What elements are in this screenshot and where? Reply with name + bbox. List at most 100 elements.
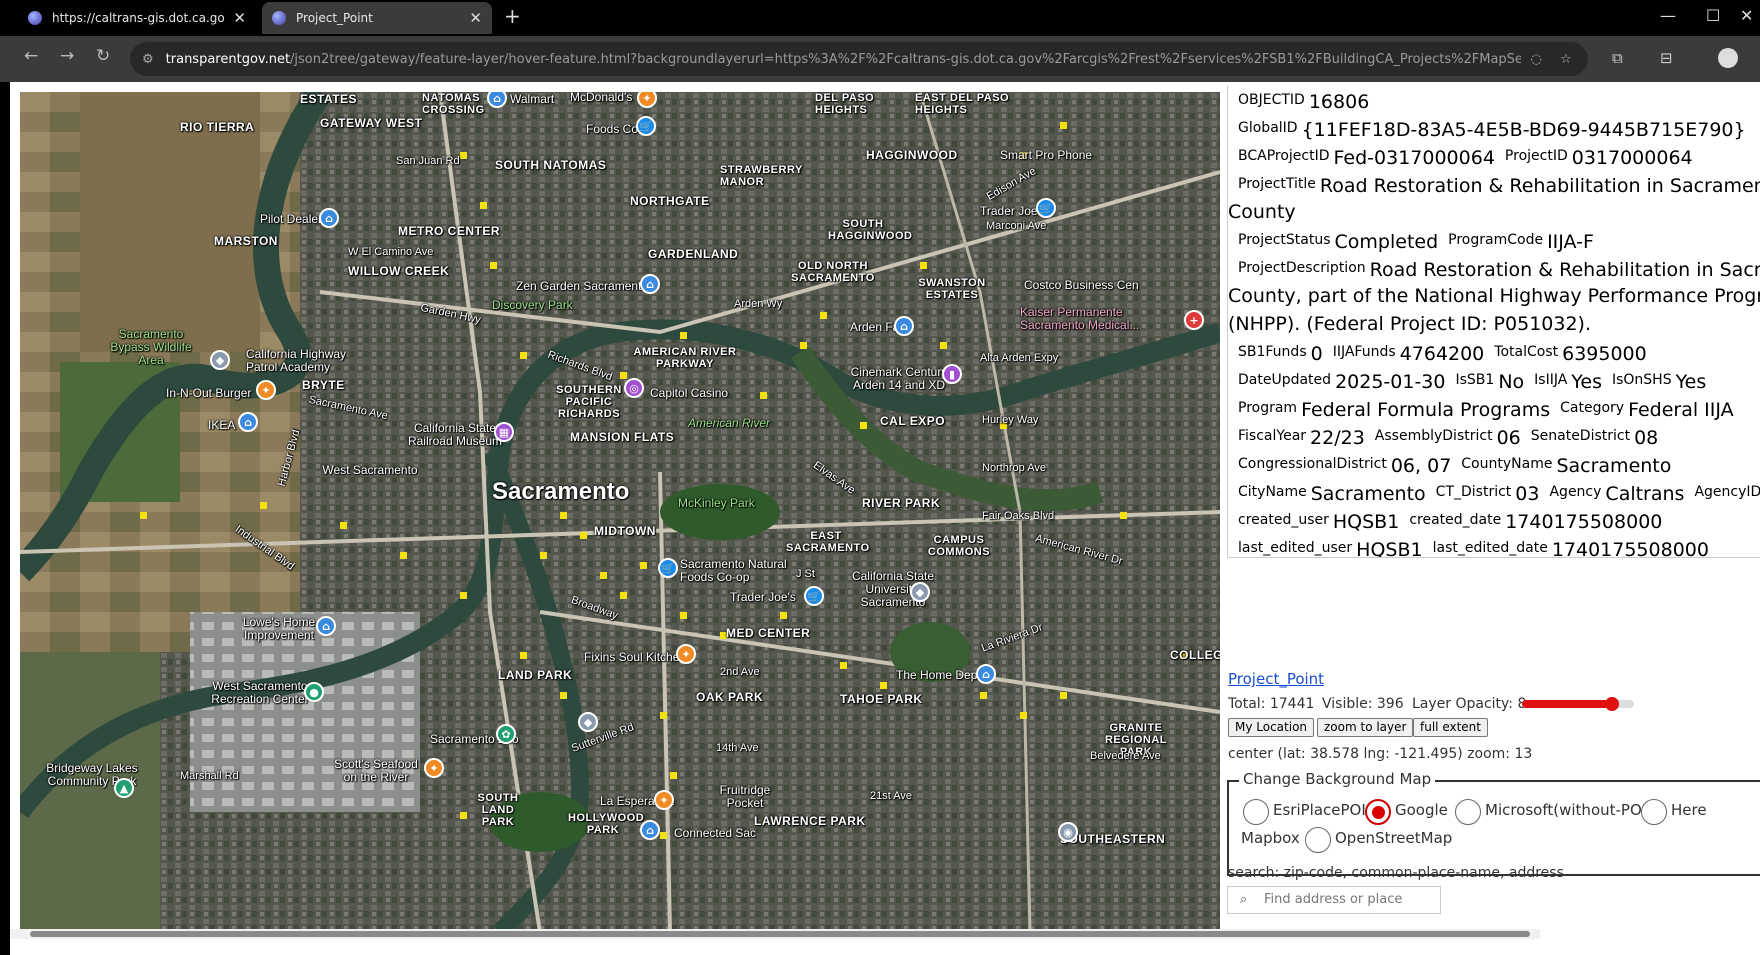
attr-value: {11FEF18D-83A5-4E5B-BD69-9445B715E790} xyxy=(1301,119,1746,141)
attr-key: GlobalID xyxy=(1238,120,1298,136)
map-label: McDonald's xyxy=(570,92,633,104)
attr-value: 06, 07 xyxy=(1390,455,1452,477)
opacity-slider[interactable] xyxy=(1522,697,1634,711)
url-text: transparentgov.net/json2tree/gateway/fea… xyxy=(165,51,1521,67)
extensions-icon[interactable]: ⧉ xyxy=(1612,49,1623,67)
attr-value: No xyxy=(1498,371,1525,393)
radio-microsoft[interactable] xyxy=(1455,799,1481,825)
grocery-pin-icon[interactable]: 🛒 xyxy=(1036,198,1056,218)
site-info-icon[interactable]: ⚙ xyxy=(142,52,154,67)
close-tab-icon[interactable]: ✕ xyxy=(469,9,482,27)
map-label: American River xyxy=(688,416,771,430)
radio-openstreetmap[interactable] xyxy=(1305,827,1331,853)
map-label: SWANSTON ESTATES xyxy=(918,277,986,301)
map-label: Cinemark Century Arden 14 and XD xyxy=(850,365,948,392)
attr-key: SenateDistrict xyxy=(1530,428,1631,444)
attr-key: last_edited_user xyxy=(1238,540,1353,556)
layer-link[interactable]: Project_Point xyxy=(1228,670,1324,688)
attr-key: CityName xyxy=(1238,484,1307,500)
map-label: Discovery Park xyxy=(492,298,573,312)
recreation-pin-icon[interactable]: ● xyxy=(304,682,324,702)
browser-tab[interactable]: https://caltrans-gis.dot.ca.gov/a ✕ xyxy=(18,2,256,34)
map-locate-icon[interactable]: ◉ xyxy=(1058,822,1078,842)
attr-value: 1740175508000 xyxy=(1505,511,1663,533)
maximize-icon[interactable]: ☐ xyxy=(1706,6,1720,25)
attr-value: 4764200 xyxy=(1399,343,1485,365)
horizontal-scrollbar[interactable] xyxy=(10,929,1540,939)
street-label: 21st Ave xyxy=(870,790,912,802)
attr-key: ProjectTitle xyxy=(1238,176,1316,192)
school-pin-icon[interactable]: ◆ xyxy=(578,712,598,732)
shopping-pin-icon[interactable]: ⌂ xyxy=(640,274,660,294)
map-center-info: center (lat: 38.578 lng: -121.495) zoom:… xyxy=(1228,746,1533,762)
street-label: Marshall Rd xyxy=(180,770,239,782)
attr-key: AgencyID xyxy=(1694,484,1760,500)
eye-off-icon[interactable]: ◌ xyxy=(1531,52,1542,67)
total-count: Total: 17441 xyxy=(1228,696,1315,712)
attr-value: Road Restoration & Rehabilitation in Sac… xyxy=(1369,259,1760,281)
cinema-pin-icon[interactable]: ▮ xyxy=(942,364,962,384)
hospital-pin-icon[interactable]: + xyxy=(1184,310,1204,330)
museum-pin-icon[interactable]: ▦ xyxy=(494,422,514,442)
reload-icon[interactable]: ↻ xyxy=(96,46,110,66)
radio-esriplacepoi[interactable] xyxy=(1243,799,1269,825)
address-bar[interactable]: ⚙ transparentgov.net/json2tree/gateway/f… xyxy=(130,42,1588,76)
opacity-slider-handle[interactable] xyxy=(1604,697,1619,711)
radio-label: OpenStreetMap xyxy=(1335,829,1453,847)
visible-count: Visible: 396 xyxy=(1322,696,1404,712)
attr-value: Road Restoration & Rehabilitation in Sac… xyxy=(1319,175,1760,197)
map-label: LAND PARK xyxy=(498,668,573,682)
casino-pin-icon[interactable]: ◎ xyxy=(624,378,644,398)
close-tab-icon[interactable]: ✕ xyxy=(233,9,246,27)
shopping-pin-icon[interactable]: ⌂ xyxy=(976,664,996,684)
map-label-city: Sacramento xyxy=(492,478,630,505)
grocery-pin-icon[interactable]: 🛒 xyxy=(804,586,824,606)
profile-avatar[interactable] xyxy=(1718,48,1738,68)
map-view[interactable]: ESTATES NATOMAS CROSSING Walmart McDonal… xyxy=(20,92,1220,932)
scrollbar-thumb[interactable] xyxy=(30,931,1530,937)
fastfood-pin-icon[interactable]: ✦ xyxy=(256,380,276,400)
bookmark-star-icon[interactable]: ☆ xyxy=(1560,52,1572,67)
map-label: NORTHGATE xyxy=(630,194,710,208)
browser-toolbar: ← → ↻ ⚙ transparentgov.net/json2tree/gat… xyxy=(0,36,1760,82)
attr-value: 22/23 xyxy=(1310,427,1365,449)
attr-value: 1740175508000 xyxy=(1551,539,1709,558)
window-close-icon[interactable]: ✕ xyxy=(1740,6,1753,25)
shopping-pin-icon[interactable]: ⌂ xyxy=(894,316,914,336)
radio-label: EsriPlacePOI xyxy=(1273,801,1366,819)
forward-icon[interactable]: → xyxy=(60,46,74,66)
tab-search-icon[interactable]: ⊟ xyxy=(1660,49,1673,67)
grocery-pin-icon[interactable]: 🛒 xyxy=(636,116,656,136)
shopping-pin-icon[interactable]: ⌂ xyxy=(316,616,336,636)
park-pin-icon[interactable]: ▲ xyxy=(114,778,134,798)
university-pin-icon[interactable]: ◆ xyxy=(910,582,930,602)
radio-google[interactable] xyxy=(1365,799,1391,825)
full-extent-button[interactable]: full extent xyxy=(1413,718,1488,737)
shopping-pin-icon[interactable]: ⌂ xyxy=(238,412,258,432)
attr-key: ProjectDescription xyxy=(1238,260,1366,276)
map-label: Lowe's Home Improvement xyxy=(242,615,316,642)
street-label: Marconi Ave xyxy=(986,220,1047,232)
zoo-pin-icon[interactable]: ✿ xyxy=(496,724,516,744)
attr-key: IsSB1 xyxy=(1455,372,1495,388)
restaurant-pin-icon[interactable]: ✦ xyxy=(676,644,696,664)
my-location-button[interactable]: My Location xyxy=(1228,718,1315,737)
attr-key: last_edited_date xyxy=(1432,540,1548,556)
street-label: J St xyxy=(796,568,815,580)
map-label: EAST DEL PASO HEIGHTS xyxy=(915,92,1010,116)
restaurant-pin-icon[interactable]: ✦ xyxy=(424,758,444,778)
back-icon[interactable]: ← xyxy=(24,46,38,66)
restaurant-pin-icon[interactable]: ✦ xyxy=(654,790,674,810)
zoom-to-layer-button[interactable]: zoom to layer xyxy=(1317,718,1414,737)
shopping-pin-icon[interactable]: ⌂ xyxy=(640,820,660,840)
radio-label-mapbox[interactable]: Mapbox xyxy=(1241,829,1300,847)
radio-here[interactable] xyxy=(1641,799,1667,825)
school-pin-icon[interactable]: ◆ xyxy=(210,350,230,370)
search-input[interactable]: ⌕ Find address or place xyxy=(1227,886,1441,914)
shopping-pin-icon[interactable]: ⌂ xyxy=(319,208,339,228)
new-tab-icon[interactable]: + xyxy=(504,4,521,28)
street-label: 14th Ave xyxy=(716,742,759,754)
grocery-pin-icon[interactable]: 🛒 xyxy=(658,558,678,578)
minimize-icon[interactable]: — xyxy=(1660,6,1676,25)
browser-tab-active[interactable]: Project_Point ✕ xyxy=(262,2,492,34)
